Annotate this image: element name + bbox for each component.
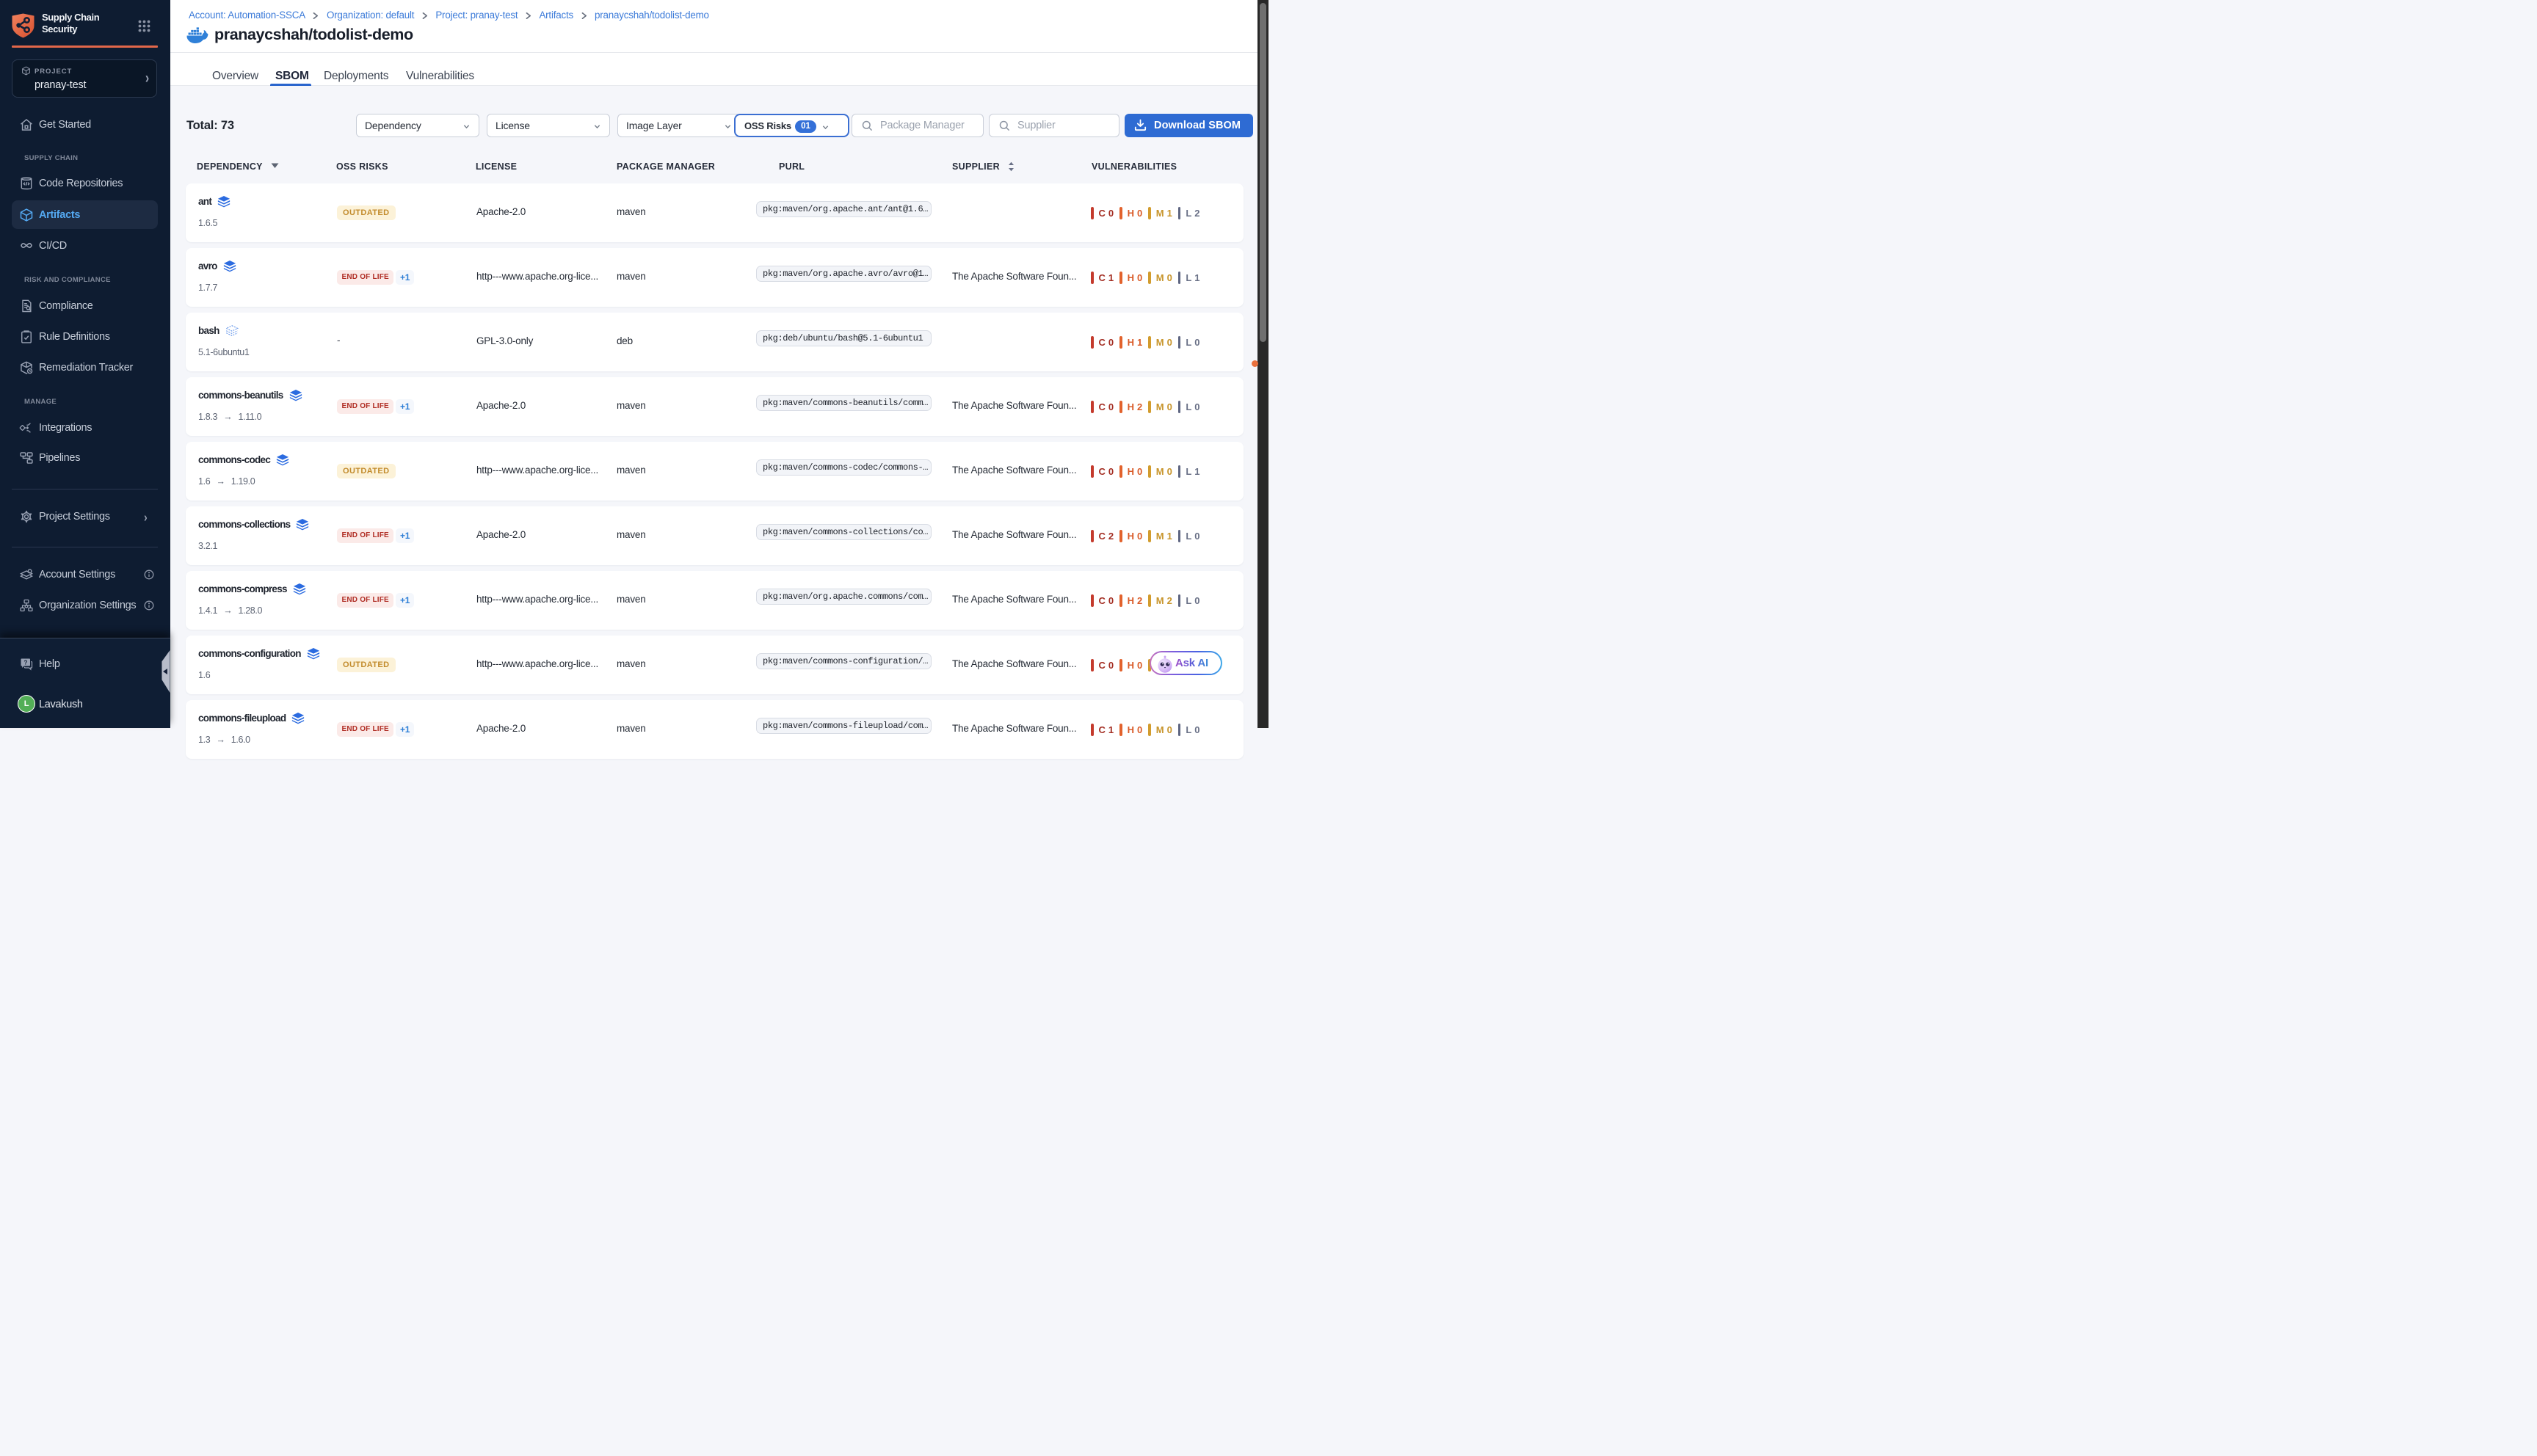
svg-text:?: ? [23, 659, 27, 666]
